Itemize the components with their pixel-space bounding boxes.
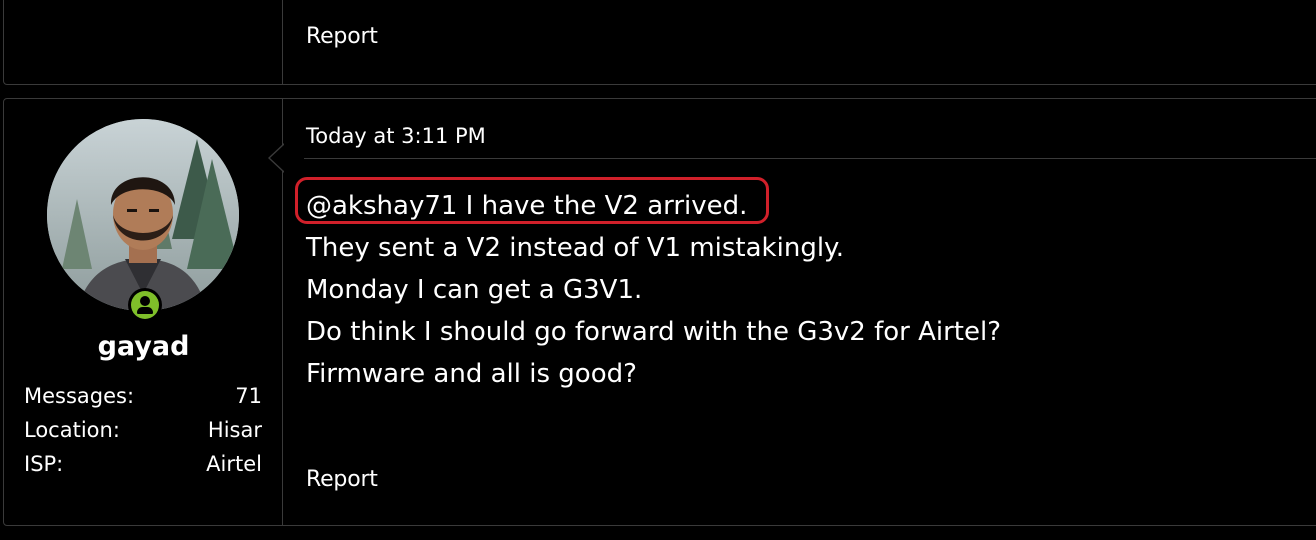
stat-value: Airtel xyxy=(206,452,262,476)
user-stats: Messages: 71 Location: Hisar ISP: Airtel xyxy=(24,379,262,481)
previous-post-report-link[interactable]: Report xyxy=(306,24,378,49)
post: gayad Messages: 71 Location: Hisar ISP: … xyxy=(3,98,1316,526)
user-online-icon xyxy=(128,288,162,322)
message-line: Do think I should go forward with the G3… xyxy=(306,317,1002,347)
message-line: Firmware and all is good? xyxy=(306,359,637,389)
header-divider xyxy=(304,158,1316,159)
stat-row-location: Location: Hisar xyxy=(24,413,262,447)
stat-label: Location: xyxy=(24,418,120,442)
avatar-photo xyxy=(47,119,239,311)
stat-value: Hisar xyxy=(207,418,262,442)
stat-label: Messages: xyxy=(24,384,135,408)
post-user-column: gayad Messages: 71 Location: Hisar ISP: … xyxy=(4,99,283,525)
report-link[interactable]: Report xyxy=(306,467,378,492)
message-line: @akshay71 I have the V2 arrived. xyxy=(306,191,748,221)
post-timestamp[interactable]: Today at 3:11 PM xyxy=(306,124,486,148)
message-line: Monday I can get a G3V1. xyxy=(306,275,643,305)
stat-row-messages: Messages: 71 xyxy=(24,379,262,413)
post-body: Today at 3:11 PM @akshay71 I have the V2… xyxy=(284,99,1316,525)
message-line: They sent a V2 instead of V1 mistakingly… xyxy=(306,233,844,263)
message-content: @akshay71 I have the V2 arrived. They se… xyxy=(306,185,1001,395)
avatar[interactable] xyxy=(47,119,239,311)
stat-value: 71 xyxy=(235,384,262,408)
stat-row-isp: ISP: Airtel xyxy=(24,447,262,481)
username[interactable]: gayad xyxy=(4,331,283,362)
previous-post-user-column xyxy=(4,0,283,84)
previous-post: Report xyxy=(3,0,1316,85)
stat-label: ISP: xyxy=(24,452,64,476)
previous-post-body: Report xyxy=(284,0,1316,84)
